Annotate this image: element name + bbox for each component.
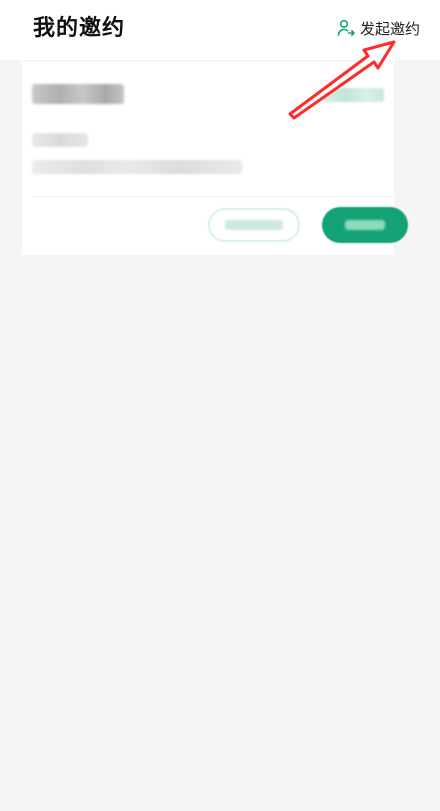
page-title: 我的邀约: [33, 16, 126, 41]
invitation-detail-1: [32, 133, 88, 147]
primary-action-label: [345, 220, 385, 230]
create-invite-label: 发起邀约: [359, 19, 420, 38]
primary-action-button[interactable]: [322, 207, 408, 243]
invitation-card[interactable]: [22, 62, 408, 255]
header-bar: 我的邀约 发起邀约: [0, 0, 440, 60]
invitation-detail-2: [32, 160, 242, 174]
invitation-title: [32, 84, 124, 104]
secondary-action-button[interactable]: [208, 208, 300, 242]
user-add-icon: [336, 18, 356, 38]
secondary-action-label: [225, 220, 283, 230]
card-divider: [32, 196, 394, 197]
create-invite-button[interactable]: 发起邀约: [336, 16, 420, 40]
status-badge: [322, 88, 384, 102]
